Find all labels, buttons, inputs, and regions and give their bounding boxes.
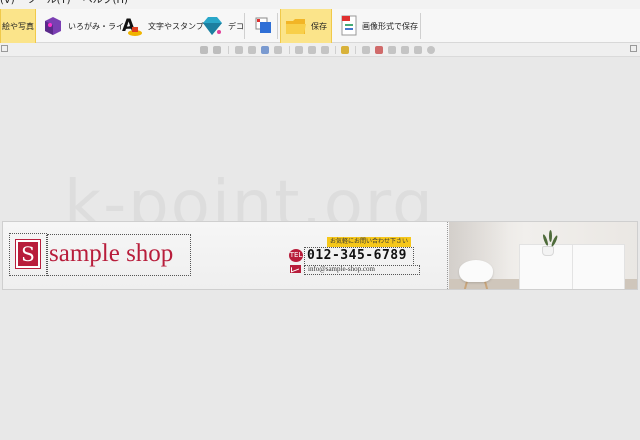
email-address[interactable]: info@sample-shop.com [308,265,375,273]
ribbon-separator [420,13,421,39]
photo-plant-pot [542,246,554,256]
room-photo[interactable] [449,222,637,289]
settings-icon[interactable] [427,46,435,54]
grid-icon[interactable] [362,46,370,54]
photo-leaf [549,230,552,242]
folder-save-icon [285,16,307,36]
magic-wand-icon[interactable] [341,46,349,54]
image-icon[interactable] [401,46,409,54]
toolbar-separator [289,46,290,54]
ribbon-layer-copy-button[interactable] [250,9,278,43]
banner-canvas[interactable]: S sample shop お気軽にお問い合わせ下さい TEL 012-345-… [2,221,638,290]
ribbon-picture-label: 絵や写真 [2,21,34,31]
toolbar-separator [335,46,336,54]
menu-view[interactable]: (V) [0,0,15,9]
menu-tools[interactable]: ツール(T) [27,0,71,9]
logo-mark[interactable]: S [15,239,41,269]
delete-icon[interactable] [274,46,282,54]
menu-help[interactable]: ヘルプ(H) [83,0,128,9]
image-format-save-icon [340,15,358,37]
color-icon[interactable] [375,46,383,54]
ribbon-save-button[interactable]: 保存 [280,9,332,43]
panel-toggle-icon[interactable] [1,45,8,52]
ribbon-separator [244,13,245,39]
photo-cabinet [519,244,625,289]
copy-icon[interactable] [248,46,256,54]
paste-icon[interactable] [261,46,269,54]
ribbon-deco-button[interactable]: デコ [196,9,248,43]
shop-name-text[interactable]: sample shop [49,240,173,268]
layer-copy-icon [254,16,274,36]
mail-icon [290,265,301,273]
gem-deco-icon [200,14,224,38]
toolbar-separator [228,46,229,54]
photo-chair [459,260,493,282]
ribbon-deco-label: デコ [228,21,244,31]
undo-icon[interactable] [200,46,208,54]
contact-badge[interactable]: お気軽にお問い合わせ下さい [327,237,412,247]
send-back-icon[interactable] [321,46,329,54]
edit-toolbar [0,43,640,57]
cut-icon[interactable] [235,46,243,54]
ribbon-text-stamp-button[interactable]: A 文字やスタンプ [116,9,208,43]
toolbar-separator [355,46,356,54]
cabinet-line [572,245,573,289]
bring-front-icon[interactable] [308,46,316,54]
section-divider [447,222,448,289]
paper-color-icon [42,15,64,37]
phone-number[interactable]: 012-345-6789 [307,248,407,263]
redo-icon[interactable] [213,46,221,54]
shape-icon[interactable] [414,46,422,54]
effect-icon[interactable] [388,46,396,54]
ribbon-image-save-button[interactable]: 画像形式で保存 [336,9,422,43]
ribbon-separator [277,13,278,39]
menu-bar: (V) ツール(T) ヘルプ(H) [0,0,640,9]
ribbon-toolbar: 絵や写真 いろがみ・ライン A 文字やスタンプ デコ 保存 画像形式で保存 [0,9,640,43]
panel-toggle-right-icon[interactable] [630,45,637,52]
ribbon-picture-button[interactable]: 絵や写真 [0,9,36,43]
phone-icon: TEL [289,249,303,262]
align-icon[interactable] [295,46,303,54]
ribbon-save-label: 保存 [311,21,327,31]
text-stamp-icon: A [120,14,144,38]
ribbon-image-save-label: 画像形式で保存 [362,21,418,31]
